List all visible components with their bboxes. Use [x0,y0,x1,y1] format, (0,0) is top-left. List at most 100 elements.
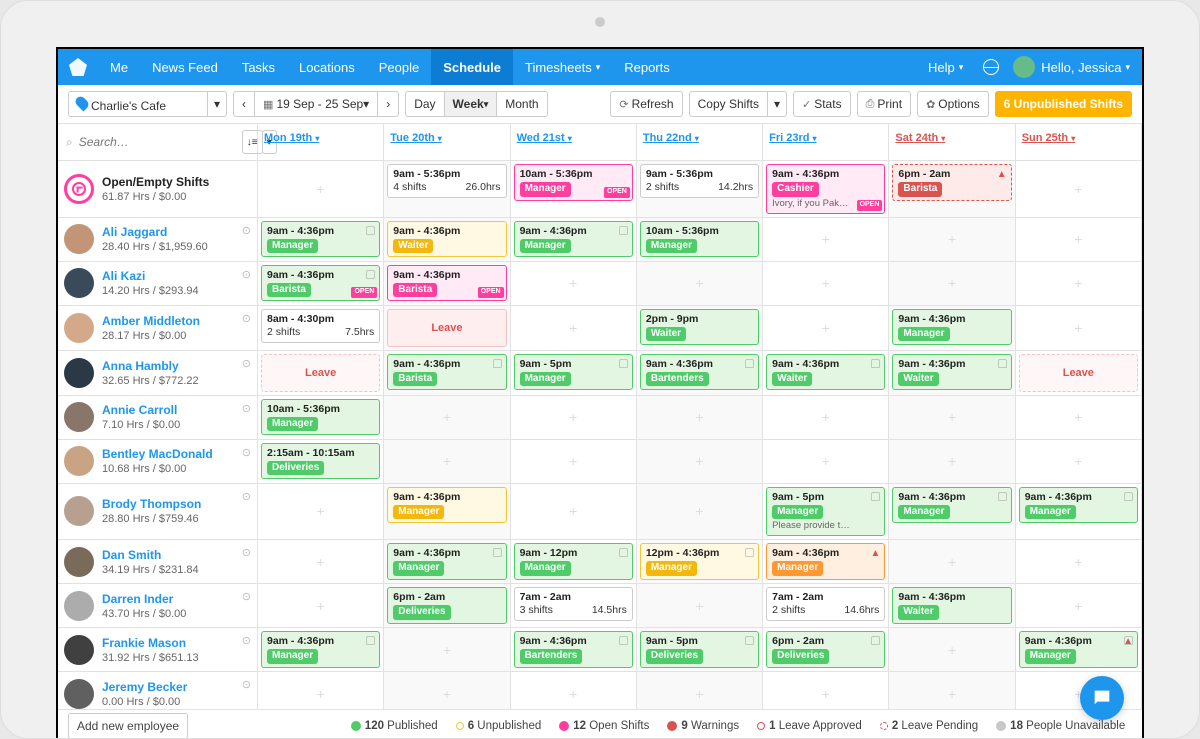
shift-card[interactable]: 9am - 4:36pmWaiter [387,221,506,258]
shift-summary[interactable]: 9am - 5:36pm4 shifts 26.0hrs [387,164,506,198]
shift-card[interactable]: 9am - 4:36pmManager▲ [1019,631,1138,668]
schedule-cell[interactable]: 7am - 2am2 shifts 14.6hrs [763,584,889,627]
refresh-button[interactable]: ⟳Refresh [610,91,682,117]
nav-news-feed[interactable]: News Feed [140,49,230,85]
schedule-cell[interactable]: 6pm - 2amBarista▲ [889,161,1015,217]
shift-card[interactable]: 9am - 4:36pmBartenders [640,354,759,391]
add-employee-button[interactable]: Add new employee [68,713,188,738]
employee-cell[interactable]: Open/Empty Shifts61.87 Hrs / $0.00 [58,161,258,217]
schedule-cell[interactable] [258,584,384,627]
schedule-cell[interactable] [384,672,510,709]
shift-card[interactable]: 9am - 4:36pmWaiter [892,587,1011,624]
shift-summary[interactable]: 7am - 2am2 shifts 14.6hrs [766,587,885,621]
day-header[interactable]: Wed 21st ▾ [511,124,637,160]
schedule-cell[interactable]: 9am - 4:36pmManager [1016,484,1142,540]
leave-block[interactable]: Leave [261,354,380,392]
shift-card[interactable]: 9am - 5pmDeliveries [640,631,759,668]
schedule-cell[interactable] [763,306,889,350]
print-button[interactable]: ⎙Print [857,91,912,117]
next-button[interactable]: › [377,91,399,117]
view-week-button[interactable]: Week ▾ [444,91,498,117]
schedule-cell[interactable]: 9am - 5:36pm4 shifts 26.0hrs [384,161,510,217]
day-header[interactable]: Fri 23rd ▾ [763,124,889,160]
employee-cell[interactable]: Bentley MacDonald10.68 Hrs / $0.00⊙ [58,440,258,483]
schedule-cell[interactable]: 8am - 4:30pm2 shifts 7.5hrs [258,306,384,350]
schedule-cell[interactable] [1016,440,1142,483]
location-selector[interactable]: Charlie's Cafe [68,91,208,117]
schedule-cell[interactable] [1016,218,1142,261]
schedule-cell[interactable]: 9am - 4:36pmBaristaOPEN [384,262,510,305]
schedule-cell[interactable]: 2:15am - 10:15amDeliveries [258,440,384,483]
schedule-cell[interactable] [889,440,1015,483]
schedule-cell[interactable] [763,672,889,709]
schedule-cell[interactable]: 9am - 4:36pmManager [511,218,637,261]
shift-card[interactable]: 9am - 4:36pmBarista [387,354,506,391]
schedule-cell[interactable]: 9am - 4:36pmWaiter [889,351,1015,395]
schedule-cell[interactable]: 9am - 12pmManager [511,540,637,583]
employee-cell[interactable]: Amber Middleton28.17 Hrs / $0.00⊙ [58,306,258,350]
shift-card[interactable]: 2:15am - 10:15amDeliveries [261,443,380,480]
schedule-cell[interactable]: 2pm - 9pmWaiter [637,306,763,350]
schedule-cell[interactable] [637,484,763,540]
schedule-cell[interactable]: 9am - 4:36pmManager [889,484,1015,540]
schedule-cell[interactable]: 10am - 5:36pmManager [258,396,384,439]
schedule-cell[interactable] [384,440,510,483]
schedule-cell[interactable]: Leave [384,306,510,350]
shift-card[interactable]: 6pm - 2amBarista▲ [892,164,1011,201]
shift-card[interactable]: 2pm - 9pmWaiter [640,309,759,346]
schedule-cell[interactable] [511,440,637,483]
employee-menu-icon[interactable]: ⊙ [242,590,251,603]
shift-card[interactable]: 9am - 4:36pmManager [892,487,1011,524]
schedule-cell[interactable]: 9am - 4:36pmBaristaOPEN [258,262,384,305]
nav-me[interactable]: Me [98,49,140,85]
schedule-cell[interactable] [511,484,637,540]
nav-schedule[interactable]: Schedule [431,49,513,85]
stats-button[interactable]: ✓Stats [793,91,851,117]
shift-card[interactable]: 9am - 4:36pmBaristaOPEN [387,265,506,302]
schedule-cell[interactable]: 12pm - 4:36pmManager [637,540,763,583]
search-input[interactable] [79,135,236,149]
schedule-cell[interactable] [889,218,1015,261]
schedule-cell[interactable] [1016,306,1142,350]
employee-menu-icon[interactable]: ⊙ [242,268,251,281]
employee-cell[interactable]: Frankie Mason31.92 Hrs / $651.13⊙ [58,628,258,671]
employee-menu-icon[interactable]: ⊙ [242,634,251,647]
schedule-cell[interactable] [258,672,384,709]
schedule-cell[interactable] [637,262,763,305]
schedule-cell[interactable]: 10am - 5:36pmManager [637,218,763,261]
user-avatar[interactable] [1013,56,1035,78]
view-day-button[interactable]: Day [405,91,444,117]
shift-card[interactable]: 12pm - 4:36pmManager [640,543,759,580]
schedule-cell[interactable]: 9am - 4:36pmManager▲ [763,540,889,583]
day-header[interactable]: Thu 22nd ▾ [637,124,763,160]
shift-summary[interactable]: 9am - 5:36pm2 shifts 14.2hrs [640,164,759,198]
schedule-cell[interactable] [511,306,637,350]
schedule-cell[interactable]: 6pm - 2amDeliveries [763,628,889,671]
schedule-cell[interactable]: 9am - 4:36pmBarista [384,351,510,395]
employee-cell[interactable]: Brody Thompson28.80 Hrs / $759.46⊙ [58,484,258,540]
employee-menu-icon[interactable]: ⊙ [242,357,251,370]
schedule-cell[interactable] [1016,396,1142,439]
schedule-cell[interactable] [637,584,763,627]
date-range-button[interactable]: ▦19 Sep - 25 Sep ▾ [254,91,378,117]
schedule-cell[interactable] [1016,540,1142,583]
shift-card[interactable]: 9am - 4:36pmBaristaOPEN [261,265,380,302]
schedule-cell[interactable] [763,440,889,483]
schedule-cell[interactable]: 9am - 4:36pmManager [384,484,510,540]
shift-card[interactable]: 9am - 4:36pmManager [514,221,633,258]
schedule-cell[interactable] [763,396,889,439]
shift-card[interactable]: 9am - 4:36pmWaiter [766,354,885,391]
globe-icon[interactable] [983,59,999,75]
shift-card[interactable]: 9am - 4:36pmManager [387,487,506,524]
schedule-cell[interactable] [763,262,889,305]
schedule-cell[interactable]: 6pm - 2amDeliveries [384,584,510,627]
shift-card[interactable]: 9am - 5pmManager [514,354,633,391]
shift-card[interactable]: 10am - 5:36pmManager [261,399,380,436]
shift-card[interactable]: 9am - 4:36pmManager [261,631,380,668]
shift-card[interactable]: 9am - 4:36pmWaiter [892,354,1011,391]
nav-locations[interactable]: Locations [287,49,367,85]
employee-cell[interactable]: Jeremy Becker0.00 Hrs / $0.00⊙ [58,672,258,709]
employee-menu-icon[interactable]: ⊙ [242,546,251,559]
nav-timesheets[interactable]: Timesheets▾ [513,49,612,85]
schedule-cell[interactable] [889,540,1015,583]
